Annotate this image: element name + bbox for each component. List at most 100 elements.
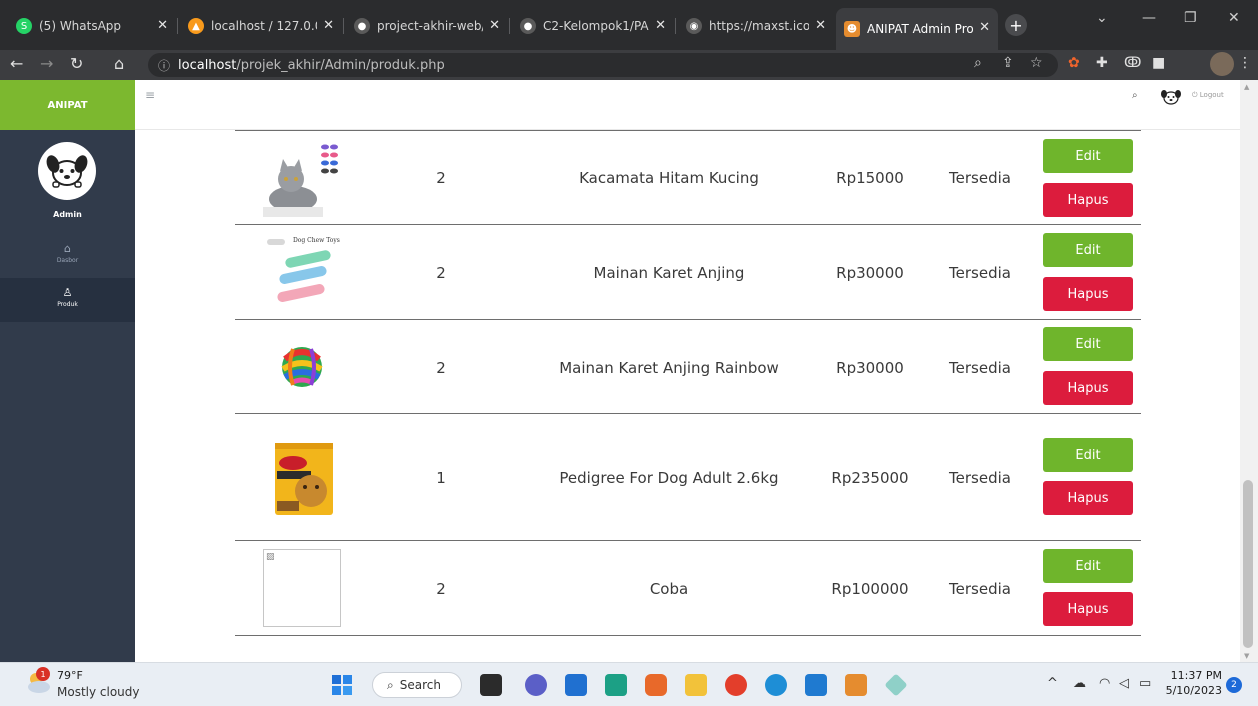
admin-label: Admin	[53, 210, 82, 219]
edit-button[interactable]: Edit	[1043, 327, 1133, 361]
new-tab-button[interactable]: +	[1005, 14, 1027, 36]
tab-whatsapp[interactable]: S (5) WhatsApp ✕	[8, 10, 176, 42]
xampp-icon[interactable]	[845, 674, 867, 696]
extensions-puzzle-icon[interactable]: ✚	[1096, 55, 1108, 71]
tab-github-project[interactable]: ● project-akhir-web/ ✕	[346, 10, 508, 42]
product-qty: 2	[436, 358, 446, 377]
close-tab-icon[interactable]: ✕	[157, 18, 168, 33]
product-image-chew-toys: Dog Chew Toys	[263, 234, 341, 312]
bookmark-star-icon[interactable]: ☆	[1030, 55, 1043, 71]
delete-button[interactable]: Hapus	[1043, 277, 1133, 311]
taskbar-search-box[interactable]: ⌕ Search	[372, 672, 462, 698]
side-panel-icon[interactable]: ■	[1152, 55, 1165, 71]
logout-link[interactable]: ⏻ Logout	[1192, 91, 1224, 100]
tab-anipat-admin[interactable]: ☻ ANIPAT Admin Prod ✕	[836, 8, 998, 50]
volume-icon[interactable]: ◁	[1119, 676, 1129, 691]
office-icon[interactable]	[645, 674, 667, 696]
table-row: 2 Mainan Karet Anjing Rainbow Rp30000 Te…	[235, 321, 1141, 414]
chat-icon[interactable]	[525, 674, 547, 696]
file-explorer-icon[interactable]	[685, 674, 707, 696]
hamburger-menu-icon[interactable]: ≡	[145, 88, 155, 102]
edge-icon[interactable]	[765, 674, 787, 696]
restore-icon[interactable]: ❐	[1184, 10, 1197, 26]
url-input[interactable]: ⓘ localhost /projek_akhir/Admin/produk.p…	[148, 53, 1058, 77]
delete-button[interactable]: Hapus	[1043, 481, 1133, 515]
close-tab-icon[interactable]: ✕	[815, 18, 826, 33]
product-status: Tersedia	[949, 580, 1011, 598]
clock-date[interactable]: 5/10/2023	[1162, 684, 1222, 697]
mail-icon[interactable]	[565, 674, 587, 696]
brand-logo[interactable]: ANIPAT	[0, 80, 135, 130]
tab-title: https://maxst.icons	[709, 19, 809, 33]
sidebar-item-produk[interactable]: ♙ Produk	[0, 278, 135, 322]
broken-image-icon: ▨	[266, 552, 275, 562]
media-icon[interactable]: ↂ	[1124, 55, 1141, 71]
delete-button[interactable]: Hapus	[1043, 183, 1133, 217]
back-icon[interactable]: ←	[10, 54, 23, 73]
page-scrollbar[interactable]: ▲ ▼	[1240, 80, 1258, 662]
search-icon[interactable]: ⌕	[1132, 90, 1138, 101]
weather-condition: Mostly cloudy	[57, 685, 140, 699]
tab-title: ANIPAT Admin Prod	[867, 22, 973, 36]
tab-maxst-icons[interactable]: ◉ https://maxst.icons ✕	[678, 10, 834, 42]
close-window-icon[interactable]: ✕	[1228, 10, 1240, 26]
anipat-tab-icon: ☻	[844, 21, 860, 37]
task-view-icon[interactable]	[480, 674, 502, 696]
close-tab-icon[interactable]: ✕	[489, 18, 500, 33]
scroll-down-icon[interactable]: ▼	[1244, 652, 1249, 660]
edit-button[interactable]: Edit	[1043, 233, 1133, 267]
product-image-cat-sunglasses	[263, 137, 341, 217]
close-tab-icon[interactable]: ✕	[655, 18, 666, 33]
forward-icon[interactable]: →	[40, 54, 53, 73]
battery-icon[interactable]: ▭	[1139, 676, 1151, 691]
menu-kebab-icon[interactable]: ⋮	[1238, 55, 1252, 71]
product-status: Tersedia	[949, 358, 1011, 377]
profile-avatar[interactable]	[1210, 52, 1234, 76]
edit-button[interactable]: Edit	[1043, 139, 1133, 173]
sidebar-item-dasbor[interactable]: ⌂ Dasbor	[0, 234, 135, 278]
tab-github-kelompok[interactable]: ● C2-Kelompok1/PA ✕	[512, 10, 674, 42]
logout-label: Logout	[1199, 91, 1224, 99]
product-price: Rp235000	[831, 469, 909, 487]
tray-overflow-icon[interactable]: ^	[1047, 676, 1058, 691]
tab-title: (5) WhatsApp	[39, 19, 122, 33]
tab-phpmyadmin[interactable]: ▲ localhost / 127.0.0.1 ✕	[180, 10, 342, 42]
close-tab-icon[interactable]: ✕	[323, 18, 334, 33]
home-icon[interactable]: ⌂	[114, 54, 124, 73]
l-app-icon[interactable]	[605, 674, 627, 696]
product-table: 2 Kacamata Hitam Kucing Rp15000 Tersedia…	[135, 130, 1240, 662]
site-info-icon[interactable]: ⓘ	[158, 57, 170, 74]
notification-badge[interactable]: 2	[1226, 677, 1242, 693]
tab-search-chevron-icon[interactable]: ⌄	[1096, 10, 1108, 26]
product-status: Tersedia	[949, 169, 1011, 187]
tab-separator	[675, 18, 676, 34]
product-name: Pedigree For Dog Adult 2.6kg	[559, 469, 779, 487]
clock-time[interactable]: 11:37 PM	[1166, 669, 1222, 682]
product-price: Rp30000	[836, 358, 904, 377]
close-tab-icon[interactable]: ✕	[979, 20, 990, 35]
wifi-icon[interactable]: ◠	[1099, 676, 1110, 691]
delete-button[interactable]: Hapus	[1043, 592, 1133, 626]
vscode-icon[interactable]	[805, 674, 827, 696]
git-icon[interactable]	[884, 673, 908, 697]
minimize-icon[interactable]: —	[1142, 10, 1156, 26]
reload-icon[interactable]: ↻	[70, 54, 83, 73]
thumb-label: Dog Chew Toys	[293, 237, 340, 244]
edit-button[interactable]: Edit	[1043, 549, 1133, 583]
tab-separator	[509, 18, 510, 34]
delete-button[interactable]: Hapus	[1043, 371, 1133, 405]
share-icon[interactable]: ⇪	[1002, 55, 1014, 71]
chrome-icon[interactable]	[725, 674, 747, 696]
search-icon: ⌕	[387, 677, 394, 692]
product-name: Kacamata Hitam Kucing	[579, 169, 759, 187]
windows-start-icon[interactable]	[332, 675, 352, 695]
edit-button[interactable]: Edit	[1043, 438, 1133, 472]
onedrive-icon[interactable]: ☁	[1073, 676, 1086, 691]
zoom-icon[interactable]: ⌕	[974, 55, 982, 71]
scroll-up-icon[interactable]: ▲	[1244, 83, 1249, 91]
tab-title: C2-Kelompok1/PA	[543, 19, 649, 33]
scrollbar-thumb[interactable]	[1243, 480, 1253, 648]
extension-icon[interactable]: ✿	[1068, 55, 1080, 71]
address-bar: ← → ↻ ⌂ ⓘ localhost /projek_akhir/Admin/…	[0, 50, 1258, 80]
product-name: Mainan Karet Anjing Rainbow	[559, 358, 779, 377]
